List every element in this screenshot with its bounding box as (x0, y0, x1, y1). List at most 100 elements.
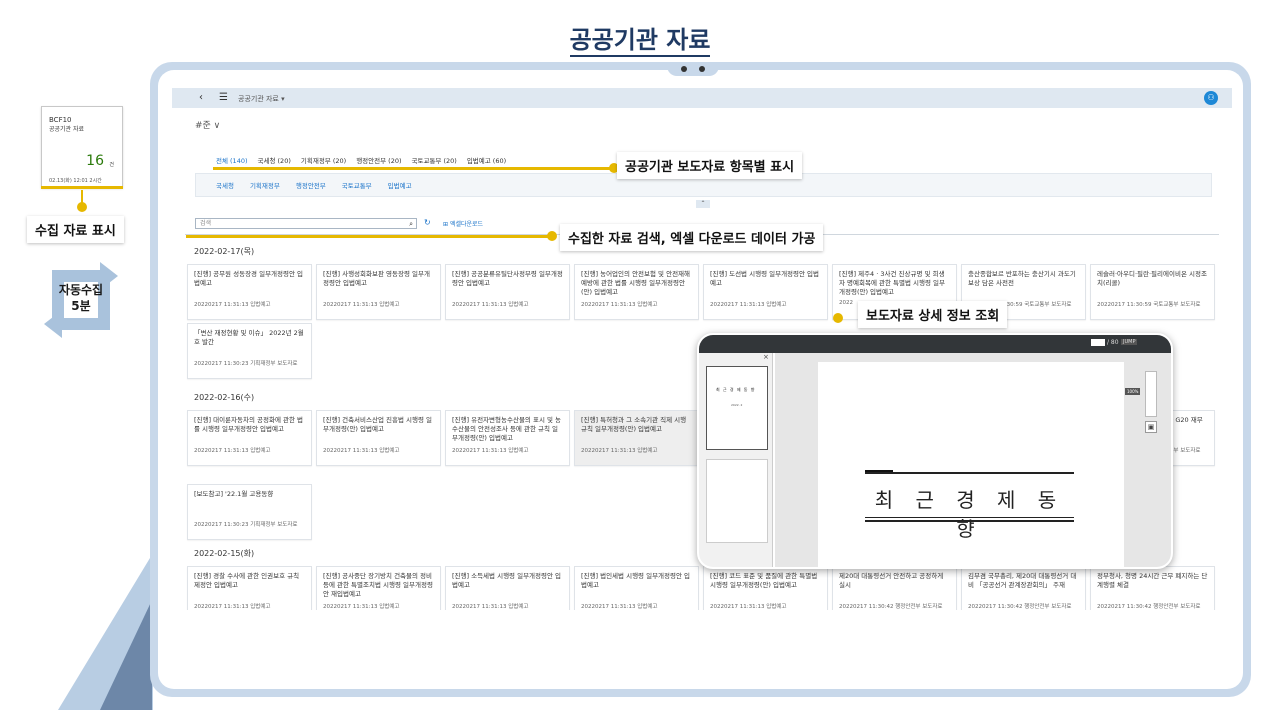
news-card-meta: 20220217 11:31:13 입법예고 (194, 604, 271, 610)
zoom-slider[interactable] (1145, 371, 1157, 417)
news-card[interactable]: [진행] 코드 표준 및 품질에 관한 특별법 시행령 일부개정령(안) 입법예… (703, 566, 828, 610)
excel-download-label: 엑셀다운로드 (449, 221, 484, 228)
filter-selector[interactable]: #준 ∨ (195, 118, 220, 131)
subtab-nts[interactable]: 국세청 (216, 180, 234, 190)
search-input[interactable]: 검색 ⌕ (195, 218, 417, 229)
callout-dot-search (547, 231, 557, 241)
news-card-title: [진행] 도선법 시행령 일부개정령안 입법예고 (710, 270, 820, 287)
news-card-meta: 20220217 11:31:13 입법예고 (452, 448, 529, 454)
thumbnail-page-1[interactable]: 최 근 경 제 동 향 2022. 2 (706, 366, 768, 450)
news-card-meta: 20220217 11:31:13 입법예고 (710, 302, 787, 308)
news-card-title: [진행] 농어업인의 안전보험 및 안전재해예방에 관한 법률 시행령 일부개정… (581, 270, 691, 296)
news-card-meta: 20220217 11:30:42 행정안전부 보도자료 (968, 604, 1072, 610)
news-card[interactable]: 레슬러·아우디·필란·필리에이비온 시정조치(리콜) 20220217 11:30… (1090, 264, 1215, 320)
tile-unit: 건 (109, 162, 114, 168)
close-icon[interactable]: × (763, 353, 769, 361)
thumb-title: 최 근 경 제 동 향 (716, 387, 756, 392)
news-card-meta: 20220217 11:31:13 입법예고 (323, 302, 400, 308)
page-input[interactable] (1091, 339, 1105, 346)
news-card-title: [진행] 제주4 · 3사건 진상규명 및 희생자 명예회복에 관한 특별법 시… (839, 270, 946, 296)
tile-accent-bar (41, 186, 123, 189)
news-card[interactable]: [진행] 대이륜자동차의 공정화에 관한 법률 시행령 일부개정령안 입법예고 2… (187, 410, 312, 466)
news-card[interactable]: [진행] 공사중단 장기방치 건축물의 정비 등에 관한 특별조치법 시행령 일… (316, 566, 441, 610)
collection-tile[interactable]: BCF10 공공기관 자료 16 건 02.13(화) 12:01 2시간 (41, 106, 123, 188)
document-page: 최 근 경 제 동 향 (818, 362, 1124, 567)
news-card-meta: 20220217 11:31:13 입법예고 (323, 604, 400, 610)
page-total: / 80 (1107, 339, 1119, 346)
news-card-title: 「변산 재정현황 및 이슈」 2022년 2월호 발간 (194, 329, 304, 346)
thumb-sub: 2022. 2 (731, 403, 743, 407)
news-card-meta: 20220217 11:31:13 입법예고 (323, 448, 400, 454)
search-icon[interactable]: ⌕ (409, 219, 413, 229)
thumbnail-page-2[interactable] (706, 459, 768, 543)
news-card-title: [보도참고] '22.1월 고용동향 (194, 490, 274, 498)
news-card[interactable]: [진행] 유전자변형농수산물의 표시 및 농수산물의 안전성조사 등에 관한 규… (445, 410, 570, 466)
subtab-molit[interactable]: 국토교통부 (342, 180, 372, 190)
label-tabs: 공공기관 보도자료 항목별 표시 (617, 152, 803, 179)
sub-tabs: 국세청 기획재정부 행정안전부 국토교통부 입법예고 (216, 180, 428, 190)
excel-download-button[interactable]: ⊞ 엑셀다운로드 (443, 219, 483, 228)
breadcrumb[interactable]: 공공기관 자료 ▾ (238, 94, 285, 104)
subtab-legislation[interactable]: 입법예고 (388, 180, 412, 190)
page-indicator[interactable]: / 80 (1091, 339, 1119, 346)
news-card[interactable]: [진행] 건축서비스산업 진흥법 시행령 일부개정령(안) 입법예고 202202… (316, 410, 441, 466)
news-card[interactable]: 정부청사, 청명 24시간 근무 폐지하는 단계행렬 체결 20220217 11… (1090, 566, 1215, 610)
news-card-title: [진행] 경찰 수사에 관한 인권보호 규칙 제정안 입법예고 (194, 572, 300, 589)
date-header: 2022-02-16(수) (194, 393, 255, 402)
news-card-title: [진행] 유전자변형농수산물의 표시 및 농수산물의 안전성조사 등에 관한 규… (452, 416, 562, 442)
viewer-main: 최 근 경 제 동 향 (775, 353, 1171, 567)
news-card-meta: 20220217 11:30:59 국토교통부 보도자료 (1097, 302, 1201, 308)
jump-button[interactable]: JUMP (1121, 339, 1138, 345)
news-card[interactable]: 제20대 대통령선거 안전하고 공정하게 실시 20220217 11:30:42… (832, 566, 957, 610)
title-rule-bottom-2 (865, 520, 1074, 522)
subtab-mois[interactable]: 행정안전부 (296, 180, 326, 190)
news-card[interactable]: [진행] 사행성회화보판 영동장령 일부개정령안 입법예고 20220217 11… (316, 264, 441, 320)
news-card[interactable]: [진행] 농어업인의 안전보험 및 안전재해예방에 관한 법률 시행령 일부개정… (574, 264, 699, 320)
news-card[interactable]: [보도참고] '22.1월 고용동향 20220217 11:30:23 기획재정… (187, 484, 312, 540)
news-card[interactable]: [진행] 공무원 성동장경 일부개정령안 입법예고 20220217 11:31:… (187, 264, 312, 320)
tablet-notch (667, 62, 719, 76)
label-collect: 수집 자료 표시 (27, 216, 124, 243)
news-card-meta: 20220217 11:30:23 기획재정부 보도자료 (194, 522, 298, 528)
document-viewer[interactable]: / 80 JUMP × 최 근 경 제 동 향 2022. 2 최 근 경 제 … (697, 333, 1173, 569)
news-card[interactable]: 「변산 재정현황 및 이슈」 2022년 2월호 발간 20220217 11:3… (187, 323, 312, 379)
news-card[interactable]: [진행] 도선법 시행령 일부개정령안 입법예고 20220217 11:31:1… (703, 264, 828, 320)
news-card-meta: 20220217 11:31:13 입법예고 (581, 302, 658, 308)
news-card-title: [진행] 소득세법 시행령 일부개정령안 입법예고 (452, 572, 562, 589)
news-card-meta: 20220217 11:30:23 기획재정부 보도자료 (194, 361, 298, 367)
title-rule-bottom (865, 517, 1074, 518)
news-card-title: [진행] 공공분류유틸단사정부령 일부개정령안 입법예고 (452, 270, 563, 287)
search-placeholder: 검색 (200, 220, 212, 227)
news-card-title: 제20대 대통령선거 안전하고 공정하게 실시 (839, 572, 944, 589)
subtab-moef[interactable]: 기획재정부 (250, 180, 280, 190)
news-card-title: 정부청사, 청명 24시간 근무 폐지하는 단계행렬 체결 (1097, 572, 1208, 589)
fit-page-icon[interactable]: ▣ (1145, 421, 1157, 433)
user-icon[interactable]: ⚇ (1204, 91, 1218, 105)
tile-name: 공공기관 자료 (49, 126, 85, 133)
news-card[interactable]: [진행] 소득세법 시행령 일부개정령안 입법예고 20220217 11:31:… (445, 566, 570, 610)
news-card[interactable]: [진행] 경찰 수사에 관한 인권보호 규칙 제정안 입법예고 20220217 … (187, 566, 312, 610)
callout-line-search (186, 235, 554, 238)
news-card-title: [진행] 공사중단 장기방치 건축물의 정비 등에 관한 특별조치법 시행령 일… (323, 572, 433, 598)
callout-line-tabs (213, 167, 616, 170)
news-card-title: 레슬러·아우디·필란·필리에이비온 시정조치(리콜) (1097, 270, 1207, 287)
date-header: 2022-02-15(화) (194, 549, 255, 558)
tile-code: BCF10 (49, 116, 72, 124)
news-card[interactable]: [진행] 공공분류유틸단사정부령 일부개정령안 입법예고 20220217 11:… (445, 264, 570, 320)
news-card-meta: 20220217 11:31:13 입법예고 (710, 604, 787, 610)
collapse-toggle[interactable]: ⌃ (696, 200, 710, 208)
zoom-level: 100% (1125, 388, 1141, 395)
sensor-icon (699, 66, 705, 72)
app-topbar: ‹ ☰ 공공기관 자료 ▾ ⚇ (172, 88, 1232, 108)
news-card-meta: 20220217 11:31:13 입법예고 (194, 448, 271, 454)
auto-collect-label: 자동수집 5분 (38, 282, 124, 314)
slide-title: 공공기관 자료 (0, 20, 1280, 57)
news-card[interactable]: 김부겸 국무총리, 제20대 대통령선거 대비 「공공선거 관계장관회의」 주재… (961, 566, 1086, 610)
refresh-icon[interactable]: ↻ (424, 218, 431, 227)
chevron-left-icon[interactable]: ‹ (199, 92, 203, 103)
news-card[interactable]: [진행] 법인세법 시행령 일부개정령안 입법예고 20220217 11:31:… (574, 566, 699, 610)
title-rule-top (865, 472, 1074, 474)
list-icon[interactable]: ☰ (219, 92, 228, 103)
news-card[interactable]: [진행] 특허청과 그 소속기관 직제 시행규칙 일부개정령(안) 입법예고 20… (574, 410, 699, 466)
news-card-meta: 20220217 11:30:42 행정안전부 보도자료 (839, 604, 943, 610)
